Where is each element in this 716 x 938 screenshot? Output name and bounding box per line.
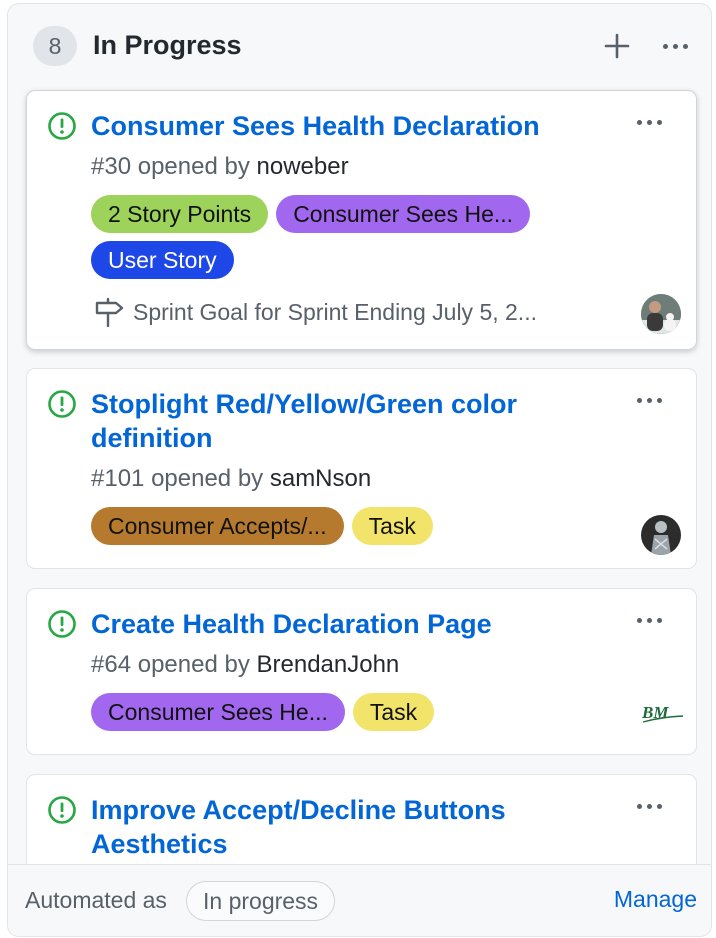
card-menu-button[interactable] xyxy=(627,607,671,633)
column-title: In Progress xyxy=(93,30,242,60)
label-epic[interactable]: Consumer Sees He... xyxy=(276,195,531,233)
issue-title-link[interactable]: Improve Accept/Decline Buttons Aesthetic… xyxy=(91,793,611,861)
plus-icon xyxy=(604,33,630,59)
card-menu-button[interactable] xyxy=(627,387,671,413)
column-header: 8 In Progress xyxy=(8,4,711,90)
issue-card[interactable]: Stoplight Red/Yellow/Green color definit… xyxy=(26,368,697,569)
issue-card[interactable]: Create Health Declaration Page #64 opene… xyxy=(26,588,697,755)
milestone-text: Sprint Goal for Sprint Ending July 5, 2.… xyxy=(133,298,537,325)
avatar-photo xyxy=(641,294,681,334)
issue-title-link[interactable]: Stoplight Red/Yellow/Green color definit… xyxy=(91,387,611,455)
column-footer: Automated as In progress Manage xyxy=(8,864,711,936)
kebab-horizontal-icon xyxy=(662,43,688,49)
issue-meta: #30 opened by noweber xyxy=(91,153,349,181)
project-column: 8 In Progress Consumer Sees Health Decla… xyxy=(7,3,712,937)
opened-by-text: opened by xyxy=(151,465,264,492)
label-story-points[interactable]: 2 Story Points xyxy=(91,195,269,233)
issue-meta: #64 opened by BrendanJohn xyxy=(91,651,399,679)
opened-by-text: opened by xyxy=(137,153,250,180)
avatar[interactable] xyxy=(641,515,681,555)
label-epic[interactable]: Consumer Accepts/... xyxy=(91,507,344,545)
label-epic[interactable]: Consumer Sees He... xyxy=(91,693,345,731)
issue-number: #30 xyxy=(91,153,132,180)
issue-author-link[interactable]: samNson xyxy=(270,465,371,492)
card-menu-button[interactable] xyxy=(627,109,671,135)
label-list: Consumer Accepts/... Task xyxy=(91,507,611,545)
milestone-icon xyxy=(95,297,124,327)
label-task[interactable]: Task xyxy=(352,693,435,731)
issue-card[interactable]: Consumer Sees Health Declaration #30 ope… xyxy=(26,90,697,350)
manage-automation-link[interactable]: Manage xyxy=(614,886,697,913)
milestone-link[interactable]: Sprint Goal for Sprint Ending July 5, 2.… xyxy=(93,297,537,327)
label-user-story[interactable]: User Story xyxy=(91,241,234,279)
issue-number: #64 xyxy=(91,651,132,678)
column-count-badge: 8 xyxy=(33,26,77,66)
label-list: 2 Story Points Consumer Sees He... User … xyxy=(91,195,611,279)
issue-title-link[interactable]: Create Health Declaration Page xyxy=(91,607,611,641)
add-card-button[interactable] xyxy=(601,26,633,66)
avatar-photo xyxy=(641,515,681,555)
issue-opened-icon xyxy=(48,390,76,418)
avatar-signature-logo: BM xyxy=(641,703,684,723)
issue-title-link[interactable]: Consumer Sees Health Declaration xyxy=(91,109,611,143)
automation-label: Automated as xyxy=(25,887,167,913)
avatar[interactable] xyxy=(641,294,681,334)
issue-number: #101 xyxy=(91,465,145,492)
issue-author-link[interactable]: noweber xyxy=(257,153,349,180)
issue-meta: #101 opened by samNson xyxy=(91,465,371,493)
label-list: Consumer Sees He... Task xyxy=(91,693,611,731)
kebab-horizontal-icon xyxy=(636,119,662,125)
avatar[interactable]: BM xyxy=(639,699,685,729)
issue-opened-icon xyxy=(48,112,76,140)
kebab-horizontal-icon xyxy=(636,803,662,809)
card-menu-button[interactable] xyxy=(627,793,671,819)
kebab-horizontal-icon xyxy=(636,617,662,623)
issue-author-link[interactable]: BrendanJohn xyxy=(257,651,400,678)
column-menu-button[interactable] xyxy=(655,26,695,66)
issue-opened-icon xyxy=(48,796,76,824)
issue-opened-icon xyxy=(48,610,76,638)
opened-by-text: opened by xyxy=(137,651,250,678)
automation-preset-badge: In progress xyxy=(186,881,336,921)
label-task[interactable]: Task xyxy=(351,507,433,545)
kebab-horizontal-icon xyxy=(636,397,662,403)
